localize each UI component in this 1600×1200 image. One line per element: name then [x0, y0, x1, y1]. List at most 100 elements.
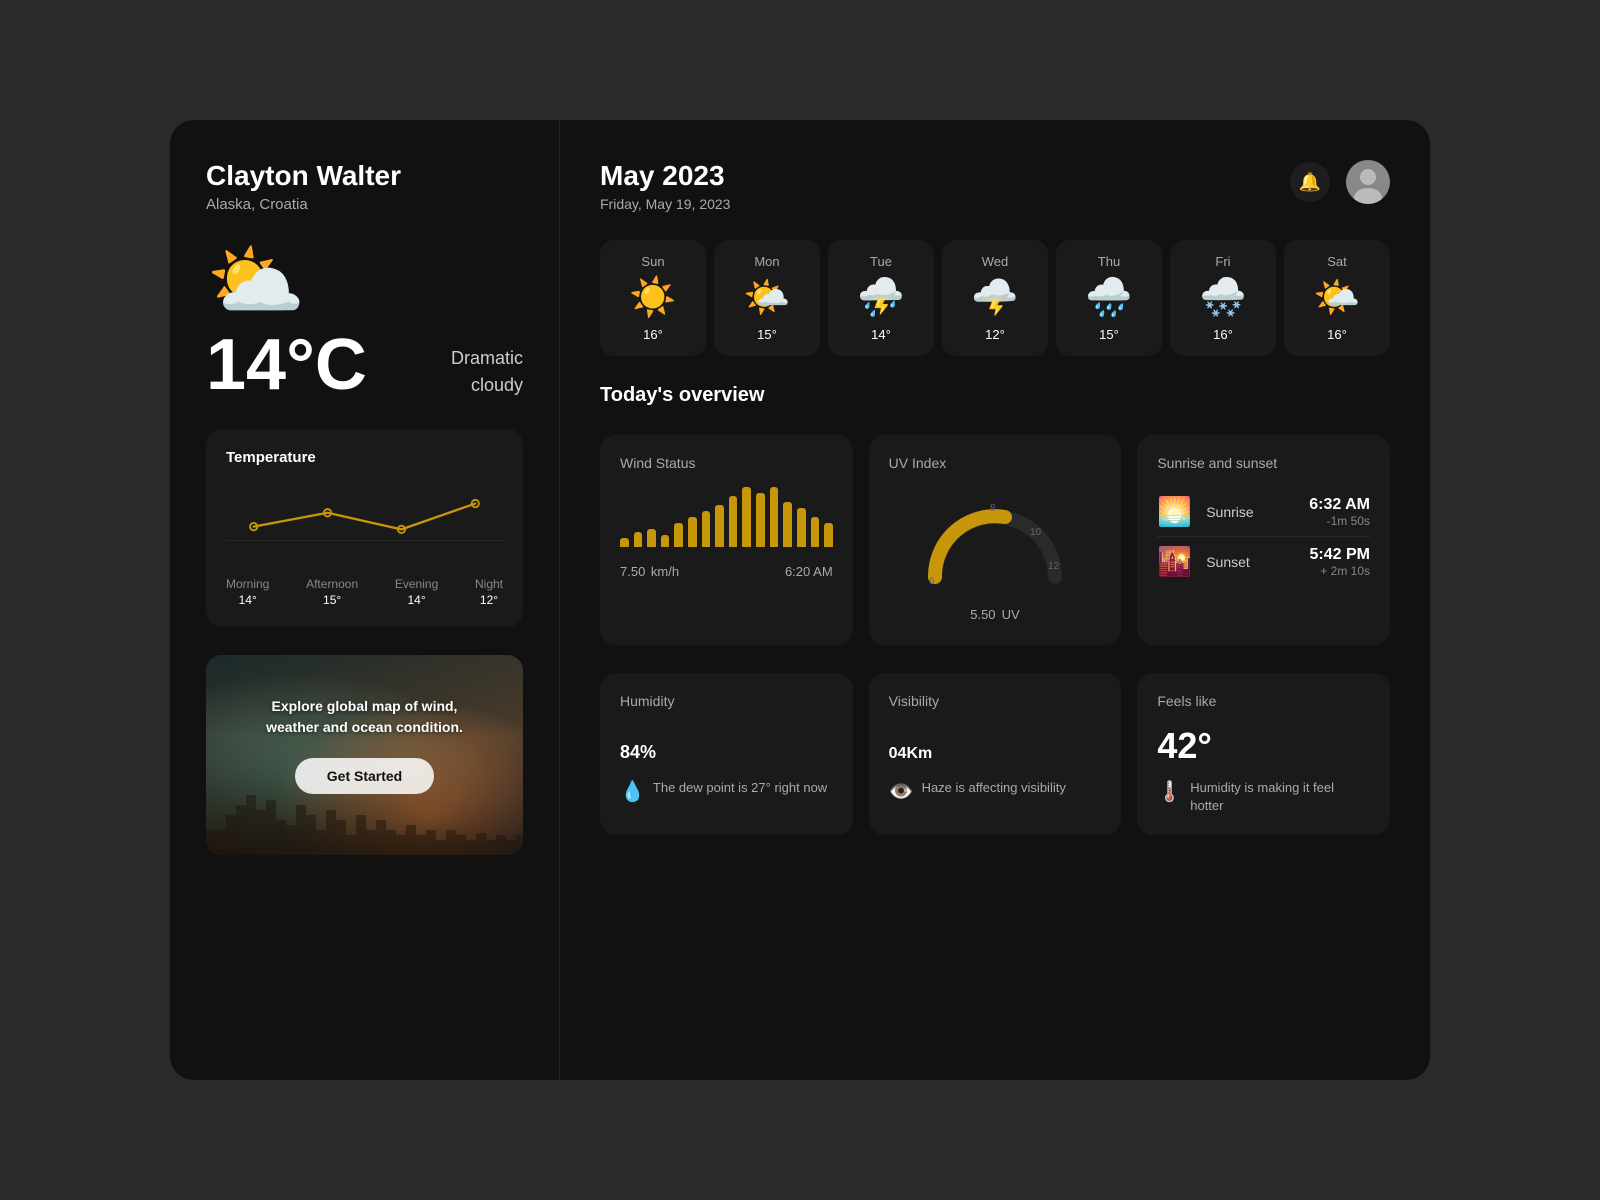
header-left: May 2023 Friday, May 19, 2023 [600, 160, 730, 212]
wind-bar [756, 493, 765, 547]
wind-status-title: Wind Status [620, 455, 833, 471]
wind-bar [661, 535, 670, 547]
sunrise-time: 6:32 AM [1309, 496, 1370, 514]
user-info: Clayton Walter Alaska, Croatia [206, 160, 523, 213]
day-name: Thu [1098, 254, 1120, 269]
wind-status-card: Wind Status [600, 435, 853, 645]
wind-time: 6:20 AM [785, 564, 833, 579]
day-icon: 🌧️ [1085, 279, 1132, 317]
uv-value: 5.50 UV [970, 599, 1020, 625]
wind-bar [797, 508, 806, 547]
day-card-wed: Wed 🌩️ 12° [942, 240, 1048, 356]
day-card-sat: Sat 🌤️ 16° [1284, 240, 1390, 356]
visibility-detail: 👁️ Haze is affecting visibility [889, 779, 1102, 804]
month-title: May 2023 [600, 160, 730, 192]
feels-like-value: 42° [1157, 725, 1370, 767]
get-started-button[interactable]: Get Started [295, 758, 434, 794]
visibility-value: 04Km [889, 725, 1102, 767]
chart-label-morning: Morning 14° [226, 577, 269, 607]
wind-speed: 7.50 km/h [620, 559, 679, 582]
wind-bar [783, 502, 792, 547]
sunset-icon: 🌇 [1157, 545, 1192, 578]
wind-bar [742, 487, 751, 547]
sunrise-delta: -1m 50s [1309, 514, 1370, 528]
day-temp: 12° [985, 327, 1005, 342]
wind-bar [647, 529, 656, 547]
day-temp: 16° [1213, 327, 1233, 342]
day-icon: ☀️ [629, 279, 676, 317]
sunrise-sunset-card: Sunrise and sunset 🌅 Sunrise 6:32 AM -1m… [1137, 435, 1390, 645]
sunrise-icon: 🌅 [1157, 495, 1192, 528]
day-icon: 🌩️ [971, 279, 1018, 317]
overview-top-row: Wind Status [600, 435, 1390, 645]
sunset-label: Sunset [1206, 554, 1295, 570]
sunset-time-block: 5:42 PM + 2m 10s [1310, 546, 1370, 578]
chart-title: Temperature [226, 449, 503, 466]
overview-title: Today's overview [600, 384, 1390, 407]
day-temp: 16° [1327, 327, 1347, 342]
temperature-chart-svg [226, 482, 503, 562]
sunset-time: 5:42 PM [1310, 546, 1370, 564]
wind-bar [770, 487, 779, 547]
sunrise-time-block: 6:32 AM -1m 50s [1309, 496, 1370, 528]
humidity-card: Humidity 84% 💧 The dew point is 27° righ… [600, 673, 853, 835]
overview-bottom-row: Humidity 84% 💧 The dew point is 27° righ… [600, 673, 1390, 835]
day-temp: 15° [1099, 327, 1119, 342]
day-name: Wed [982, 254, 1009, 269]
notification-bell[interactable]: 🔔 [1290, 162, 1330, 202]
wind-bar [824, 523, 833, 547]
user-location: Alaska, Croatia [206, 196, 523, 213]
right-panel: May 2023 Friday, May 19, 2023 🔔 Sun ☀ [560, 120, 1430, 1080]
humidity-icon: 💧 [620, 779, 645, 804]
feels-like-detail: 🌡️ Humidity is making it feel hotter [1157, 779, 1370, 815]
humidity-title: Humidity [620, 693, 833, 709]
uv-gauge: 6 8 10 12 5.50 UV [889, 487, 1102, 625]
svg-text:6: 6 [929, 576, 935, 587]
wind-bar [634, 532, 643, 547]
temperature-chart-card: Temperature Morning 14° Afternoon [206, 429, 523, 627]
wind-bar [674, 523, 683, 547]
day-card-tue: Tue ⛈️ 14° [828, 240, 934, 356]
user-name: Clayton Walter [206, 160, 523, 192]
chart-label-night: Night 12° [475, 577, 503, 607]
day-icon: ⛈️ [857, 279, 904, 317]
day-card-thu: Thu 🌧️ 15° [1056, 240, 1162, 356]
wind-bar [715, 505, 724, 547]
sunrise-row: 🌅 Sunrise 6:32 AM -1m 50s [1157, 487, 1370, 537]
feels-like-card: Feels like 42° 🌡️ Humidity is making it … [1137, 673, 1390, 835]
wind-bar [620, 538, 629, 547]
current-weather: ⛅ 14°C Dramaticcloudy [206, 241, 523, 401]
thermometer-icon: 🌡️ [1157, 779, 1182, 804]
humidity-value: 84% [620, 725, 833, 767]
weekly-forecast: Sun ☀️ 16° Mon 🌤️ 15° Tue ⛈️ 14° Wed 🌩️ … [600, 240, 1390, 356]
weather-description: Dramaticcloudy [451, 345, 523, 399]
day-name: Tue [870, 254, 892, 269]
current-weather-icon: ⛅ [206, 241, 523, 321]
header: May 2023 Friday, May 19, 2023 🔔 [600, 160, 1390, 212]
humidity-detail: 💧 The dew point is 27° right now [620, 779, 833, 804]
svg-text:12: 12 [1048, 561, 1060, 572]
day-icon: 🌤️ [743, 279, 790, 317]
day-name: Fri [1215, 254, 1230, 269]
user-avatar[interactable] [1346, 160, 1390, 204]
feels-like-detail-text: Humidity is making it feel hotter [1190, 779, 1370, 815]
day-name: Sun [641, 254, 664, 269]
uv-gauge-svg: 6 8 10 12 [915, 487, 1075, 587]
current-temp: 14°C [206, 329, 367, 401]
explore-card: Explore global map of wind,weather and o… [206, 655, 523, 855]
sunset-delta: + 2m 10s [1310, 564, 1370, 578]
visibility-title: Visibility [889, 693, 1102, 709]
uv-index-title: UV Index [889, 455, 1102, 471]
date-subtitle: Friday, May 19, 2023 [600, 196, 730, 212]
visibility-card: Visibility 04Km 👁️ Haze is affecting vis… [869, 673, 1122, 835]
wind-bars [620, 487, 833, 547]
app-container: Clayton Walter Alaska, Croatia ⛅ 14°C Dr… [170, 120, 1430, 1080]
chart-label-evening: Evening 14° [395, 577, 438, 607]
sunrise-label: Sunrise [1206, 504, 1295, 520]
wind-bar [688, 517, 697, 547]
day-icon: 🌤️ [1313, 279, 1360, 317]
day-card-fri: Fri 🌨️ 16° [1170, 240, 1276, 356]
day-temp: 16° [643, 327, 663, 342]
wind-bar [811, 517, 820, 547]
visibility-icon: 👁️ [889, 779, 914, 804]
